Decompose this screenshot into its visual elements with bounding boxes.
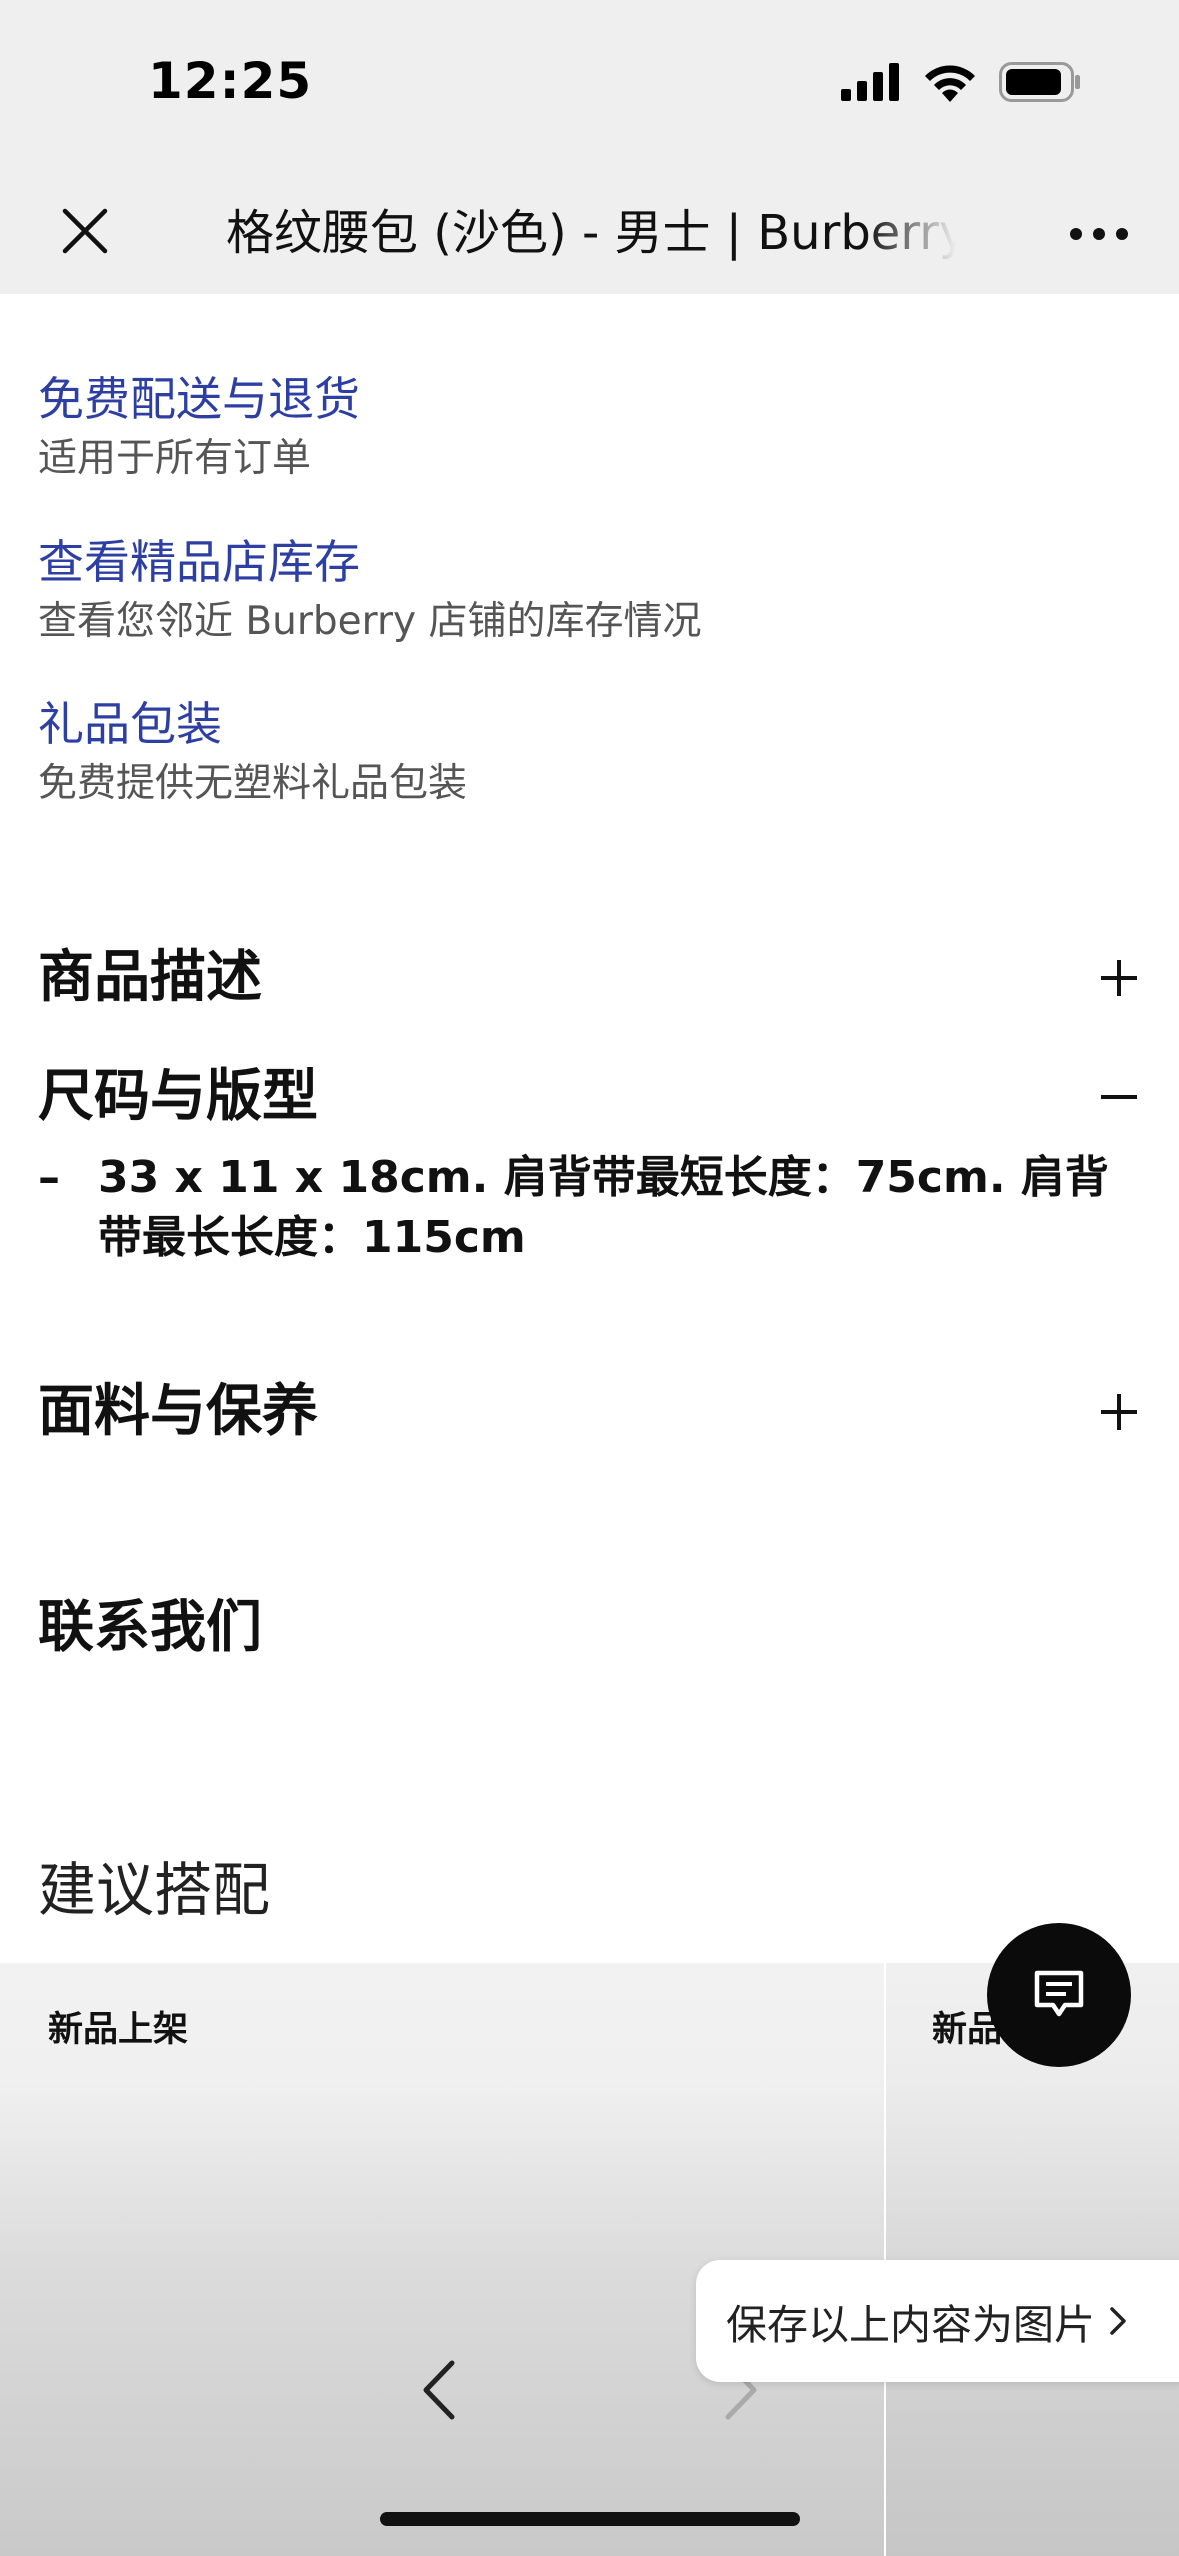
size-fit-detail: – 33 x 11 x 18cm. 肩背带最短长度：75cm. 肩背带最长长度：… xyxy=(38,1148,1148,1268)
description-heading: 商品描述 xyxy=(38,945,262,1010)
status-icons xyxy=(841,62,1081,102)
chat-icon xyxy=(1034,1970,1084,2017)
more-button[interactable] xyxy=(1059,206,1139,262)
suggestions-heading: 建议搭配 xyxy=(38,1856,271,1924)
materials-heading: 面料与保养 xyxy=(38,1379,318,1444)
size-fit-heading: 尺码与版型 xyxy=(38,1064,318,1129)
close-button[interactable] xyxy=(52,198,118,264)
expand-icon[interactable] xyxy=(1094,938,1144,1018)
collapse-icon[interactable] xyxy=(1094,1057,1144,1137)
new-arrival-badge: 新品上架 xyxy=(48,2010,189,2050)
free-shipping-subtitle: 适用于所有订单 xyxy=(38,436,312,481)
save-as-image-button[interactable]: 保存以上内容为图片 xyxy=(696,2260,1179,2382)
size-fit-detail-text: 33 x 11 x 18cm. 肩背带最短长度：75cm. 肩背带最长长度：11… xyxy=(98,1152,1109,1263)
expand-icon[interactable] xyxy=(1094,1372,1144,1452)
size-fit-accordion[interactable]: 尺码与版型 xyxy=(38,1057,1144,1137)
wifi-icon xyxy=(925,65,975,102)
status-time: 12:25 xyxy=(148,52,313,110)
contact-us-link[interactable]: 联系我们 xyxy=(38,1588,1144,1668)
signal-icon xyxy=(841,63,899,101)
battery-icon xyxy=(999,62,1080,102)
back-button[interactable] xyxy=(408,2350,468,2430)
materials-accordion[interactable]: 面料与保养 xyxy=(38,1372,1144,1452)
nav-bar: 格纹腰包 (沙色) - 男士 | Burberry xyxy=(0,170,1179,294)
home-indicator xyxy=(380,2512,800,2526)
store-stock-link[interactable]: 查看精品店库存 xyxy=(38,531,702,593)
chevron-right-icon xyxy=(1109,2306,1127,2336)
back-arrow-icon xyxy=(423,2360,455,2420)
bullet-dash: – xyxy=(38,1152,60,1203)
gift-wrap-link[interactable]: 礼品包装 xyxy=(38,693,467,755)
free-shipping-link[interactable]: 免费配送与退货 xyxy=(38,368,360,430)
more-icon xyxy=(1070,228,1128,240)
store-stock-item[interactable]: 查看精品店库存 查看您邻近 Burberry 店铺的库存情况 xyxy=(38,531,702,651)
description-accordion[interactable]: 商品描述 xyxy=(38,938,1144,1018)
gift-wrap-subtitle: 免费提供无塑料礼品包装 xyxy=(38,761,468,806)
chat-button[interactable] xyxy=(987,1923,1131,2067)
gift-wrap-item[interactable]: 礼品包装 免费提供无塑料礼品包装 xyxy=(38,693,467,813)
save-as-image-label: 保存以上内容为图片 xyxy=(726,2301,1095,2349)
status-bar: 12:25 xyxy=(0,0,1179,170)
free-shipping-item[interactable]: 免费配送与退货 适用于所有订单 xyxy=(38,368,360,488)
close-icon xyxy=(62,208,108,254)
contact-us-heading: 联系我们 xyxy=(38,1595,262,1660)
page-title: 格纹腰包 (沙色) - 男士 | Burberry xyxy=(226,198,956,268)
store-stock-subtitle: 查看您邻近 Burberry 店铺的库存情况 xyxy=(38,599,702,644)
page-title-text: 格纹腰包 (沙色) - 男士 | Burberry xyxy=(226,205,956,261)
